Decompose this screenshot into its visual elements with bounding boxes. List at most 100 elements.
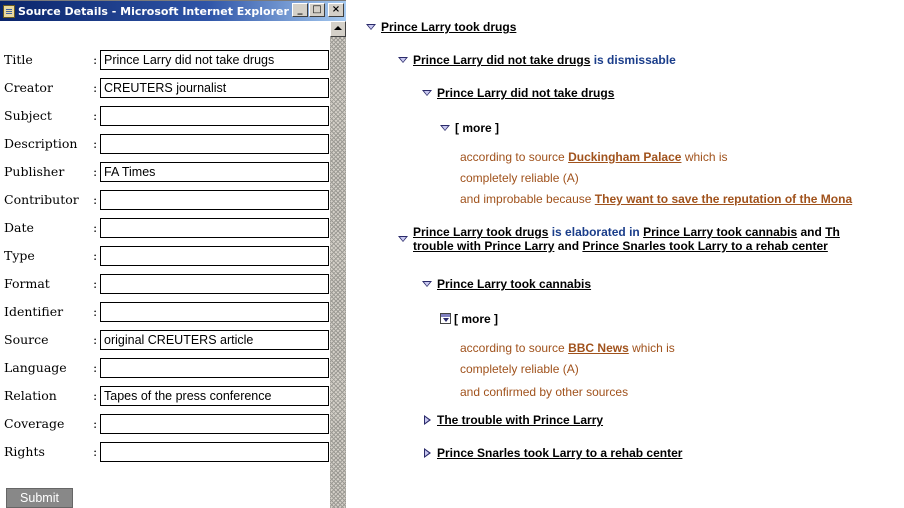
form-row-title: Title :: [0, 48, 330, 72]
claim-link[interactable]: Prince Larry took cannabis: [643, 225, 797, 239]
expand-triangle-icon[interactable]: [422, 415, 432, 425]
field-colon: :: [93, 108, 98, 123]
field-label: Creator: [4, 80, 53, 95]
expand-triangle-icon[interactable]: [422, 448, 432, 458]
form-row-source: Source :: [0, 328, 330, 352]
form-row-date: Date :: [0, 216, 330, 240]
description-field[interactable]: [100, 134, 329, 154]
window-controls: _ □ ×: [292, 3, 344, 17]
field-colon: :: [93, 444, 98, 459]
probability-line: and improbable because They want to save…: [460, 192, 852, 206]
claim-link[interactable]: Prince Larry took drugs: [381, 20, 516, 34]
detail-text: and improbable because: [460, 192, 592, 206]
form-row-publisher: Publisher :: [0, 160, 330, 184]
date-field[interactable]: [100, 218, 329, 238]
claim-link[interactable]: The trouble with Prince Larry: [437, 413, 603, 427]
type-field[interactable]: [100, 246, 329, 266]
tree-node-rehab: Prince Snarles took Larry to a rehab cen…: [422, 446, 682, 460]
language-field[interactable]: [100, 358, 329, 378]
format-field[interactable]: [100, 274, 329, 294]
relation-field[interactable]: [100, 386, 329, 406]
field-colon: :: [93, 52, 98, 67]
detail-text: according to source: [460, 341, 565, 355]
field-colon: :: [93, 248, 98, 263]
collapse-triangle-icon[interactable]: [366, 22, 376, 32]
minimize-button[interactable]: _: [292, 3, 308, 17]
field-colon: :: [93, 136, 98, 151]
form-row-description: Description :: [0, 132, 330, 156]
claim-link[interactable]: Prince Larry did not take drugs: [413, 53, 590, 67]
field-label: Coverage: [4, 416, 65, 431]
collapse-triangle-icon[interactable]: [440, 123, 450, 133]
collapse-triangle-icon[interactable]: [398, 234, 408, 244]
title-field[interactable]: [100, 50, 329, 70]
claim-link[interactable]: Prince Larry took drugs: [413, 225, 548, 239]
confirmation-line: and confirmed by other sources: [460, 385, 629, 399]
creator-field[interactable]: [100, 78, 329, 98]
vertical-scrollbar[interactable]: [330, 21, 346, 508]
claim-link[interactable]: Prince Snarles took Larry to a rehab cen…: [437, 446, 682, 460]
field-label: Type: [4, 248, 35, 263]
tree-node-elaborated-cont: trouble with Prince Larry and Prince Sna…: [413, 239, 828, 253]
contributor-field[interactable]: [100, 190, 329, 210]
maximize-button[interactable]: □: [309, 3, 325, 17]
form-row-language: Language :: [0, 356, 330, 380]
form-row-format: Format :: [0, 272, 330, 296]
field-colon: :: [93, 276, 98, 291]
field-colon: :: [93, 80, 98, 95]
reason-link[interactable]: They want to save the reputation of the …: [595, 192, 852, 206]
tree-node-dismissable: Prince Larry did not take drugs is dismi…: [398, 53, 676, 67]
claim-link[interactable]: Th: [825, 225, 840, 239]
calendar-icon[interactable]: [440, 313, 451, 324]
more-toggle-2[interactable]: [ more ]: [440, 312, 498, 326]
form-row-identifier: Identifier :: [0, 300, 330, 324]
conjunction-text: and: [557, 239, 580, 253]
form-row-type: Type :: [0, 244, 330, 268]
field-colon: :: [93, 192, 98, 207]
collapse-triangle-icon[interactable]: [398, 55, 408, 65]
metadata-form: Title : Creator : Subject : Description …: [0, 21, 330, 508]
relation-text: is elaborated in: [551, 225, 640, 239]
coverage-field[interactable]: [100, 414, 329, 434]
collapse-triangle-icon[interactable]: [422, 279, 432, 289]
form-row-relation: Relation :: [0, 384, 330, 408]
tree-node-not-take-drugs: Prince Larry did not take drugs: [422, 86, 614, 100]
source-link[interactable]: BBC News: [568, 341, 629, 355]
field-label: Publisher: [4, 164, 65, 179]
reliability-line: completely reliable (A): [460, 171, 579, 185]
source-details-window: Source Details - Microsoft Internet Expl…: [0, 0, 346, 508]
source-field[interactable]: [100, 330, 329, 350]
form-row-contributor: Contributor :: [0, 188, 330, 212]
field-colon: :: [93, 416, 98, 431]
field-colon: :: [93, 360, 98, 375]
rights-field[interactable]: [100, 442, 329, 462]
field-label: Title: [4, 52, 33, 67]
claim-link[interactable]: Prince Larry did not take drugs: [437, 86, 614, 100]
tree-node-root: Prince Larry took drugs: [366, 20, 516, 34]
relation-text: is dismissable: [593, 53, 676, 67]
form-row-creator: Creator :: [0, 76, 330, 100]
field-label: Description: [4, 136, 78, 151]
claim-link[interactable]: trouble with Prince Larry: [413, 239, 554, 253]
more-label: [ more ]: [455, 121, 500, 135]
submit-button[interactable]: Submit: [6, 488, 73, 508]
identifier-field[interactable]: [100, 302, 329, 322]
more-toggle-1[interactable]: [ more ]: [440, 121, 499, 135]
collapse-triangle-icon[interactable]: [422, 88, 432, 98]
detail-text: which is: [684, 150, 728, 164]
source-detail-line: according to source BBC News which is: [460, 341, 675, 355]
scroll-up-arrow-icon[interactable]: [330, 21, 346, 37]
claim-link[interactable]: Prince Larry took cannabis: [437, 277, 591, 291]
source-link[interactable]: Duckingham Palace: [568, 150, 681, 164]
field-colon: :: [93, 164, 98, 179]
subject-field[interactable]: [100, 106, 329, 126]
claim-link[interactable]: Prince Snarles took Larry to a rehab cen…: [582, 239, 827, 253]
argument-tree: Prince Larry took drugs Prince Larry did…: [346, 0, 904, 507]
field-label: Date: [4, 220, 34, 235]
close-button[interactable]: ×: [328, 3, 344, 17]
window-titlebar[interactable]: Source Details - Microsoft Internet Expl…: [0, 1, 346, 21]
field-label: Contributor: [4, 192, 79, 207]
field-label: Format: [4, 276, 50, 291]
publisher-field[interactable]: [100, 162, 329, 182]
detail-text: according to source: [460, 150, 565, 164]
